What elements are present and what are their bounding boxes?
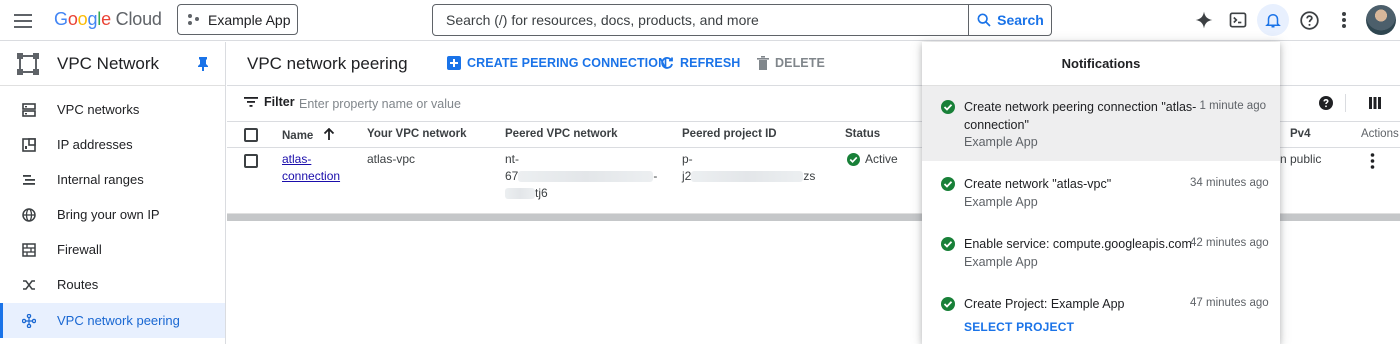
- refresh-button[interactable]: REFRESH: [660, 56, 740, 70]
- notification-item[interactable]: Enable service: compute.googleapis.com 4…: [922, 234, 1280, 284]
- search-icon: [977, 13, 991, 27]
- sidebar-item-label: Bring your own IP: [57, 207, 160, 222]
- search-input[interactable]: [433, 5, 968, 35]
- ip-addresses-icon: [22, 137, 36, 152]
- google-cloud-logo[interactable]: Google Cloud: [54, 9, 162, 30]
- page-title: VPC network peering: [247, 54, 408, 73]
- sidebar-item-vpc-network-peering[interactable]: VPC network peering: [0, 303, 225, 338]
- sidebar-title: VPC Network: [57, 53, 160, 73]
- cloud-shell-icon[interactable]: [1225, 7, 1251, 33]
- column-header-ipv4[interactable]: Pv4: [1290, 128, 1310, 140]
- column-header-status[interactable]: Status: [845, 128, 880, 140]
- peered-vpc-network-cell: nt- 67- tj6: [505, 152, 658, 200]
- status-cell: Active: [847, 151, 898, 168]
- select-project-link[interactable]: SELECT PROJECT: [964, 320, 1074, 334]
- notification-item[interactable]: Create network peering connection "atlas…: [922, 86, 1280, 161]
- select-all-checkbox[interactable]: [244, 128, 258, 142]
- notifications-title: Notifications: [1061, 56, 1141, 71]
- sidebar-item-label: IP addresses: [57, 137, 133, 152]
- filter-input[interactable]: Enter property name or value: [299, 97, 461, 111]
- sidebar-item-vpc-networks[interactable]: VPC networks: [0, 92, 225, 127]
- check-circle-icon: [941, 297, 955, 311]
- sidebar-item-routes[interactable]: Routes: [0, 267, 225, 302]
- gemini-sparkle-icon[interactable]: [1191, 7, 1217, 33]
- sidebar-item-ip-addresses[interactable]: IP addresses: [0, 127, 225, 162]
- vpc-network-product-icon: [17, 52, 39, 75]
- notifications-panel: Notifications Create network peering con…: [922, 42, 1280, 344]
- column-header-peered-project-id[interactable]: Peered project ID: [682, 128, 777, 140]
- sidebar-item-bring-your-own-ip[interactable]: Bring your own IP: [0, 197, 225, 232]
- globe-icon: [22, 207, 36, 222]
- notification-item[interactable]: Create network "atlas-vpc" 34 minutes ag…: [922, 174, 1280, 224]
- main-menu-icon[interactable]: [14, 10, 36, 30]
- search-button[interactable]: Search: [968, 5, 1051, 35]
- sort-arrow-up-icon: [323, 127, 334, 140]
- sidebar-item-label: Internal ranges: [57, 172, 144, 187]
- peering-name-link[interactable]: atlas-connection: [282, 151, 340, 185]
- sidebar-item-label: Routes: [57, 277, 99, 292]
- avatar[interactable]: [1366, 5, 1396, 35]
- help-icon[interactable]: [1296, 7, 1322, 33]
- column-header-name[interactable]: Name: [282, 127, 335, 142]
- sidebar-item-firewall[interactable]: Firewall: [0, 232, 225, 267]
- column-display-icon[interactable]: [1369, 97, 1381, 112]
- search-button-label: Search: [997, 12, 1044, 28]
- pin-icon[interactable]: [197, 57, 209, 71]
- sidebar-item-label: VPC networks: [57, 102, 140, 117]
- row-more-actions-icon[interactable]: [1370, 153, 1375, 172]
- filter-icon: [244, 97, 258, 107]
- ipv4-cell: n public: [1280, 152, 1322, 166]
- sidebar-item-label: VPC network peering: [57, 313, 180, 328]
- delete-button[interactable]: DELETE: [757, 56, 825, 70]
- top-app-bar: Google Cloud Example App Search: [0, 0, 1400, 41]
- toolbar-separator: [1345, 94, 1346, 112]
- trash-icon: [757, 56, 769, 70]
- project-name: Example App: [208, 11, 291, 28]
- notification-item[interactable]: Create Project: Example App 47 minutes a…: [922, 294, 1280, 344]
- column-header-peered-vpc-network[interactable]: Peered VPC network: [505, 128, 617, 140]
- search-bar: Search: [432, 4, 1052, 36]
- peering-icon: [22, 313, 36, 328]
- check-circle-icon: [941, 237, 955, 251]
- help-circle-icon[interactable]: [1319, 96, 1333, 113]
- peered-project-id-cell: p- j2 zs: [682, 152, 816, 183]
- column-header-your-vpc-network[interactable]: Your VPC network: [367, 128, 466, 140]
- add-box-icon: [447, 56, 461, 70]
- sidebar-header: VPC Network: [0, 42, 225, 86]
- sidebar: VPC Network VPC networks IP addresses In…: [0, 42, 226, 344]
- check-circle-icon: [941, 177, 955, 191]
- check-circle-icon: [941, 100, 955, 114]
- vpc-networks-icon: [22, 102, 36, 117]
- create-peering-connection-button[interactable]: CREATE PEERING CONNECTION: [447, 56, 667, 70]
- check-circle-icon: [847, 153, 860, 166]
- firewall-icon: [22, 242, 36, 257]
- filter-label[interactable]: Filter: [244, 95, 295, 109]
- internal-ranges-icon: [23, 174, 35, 185]
- routes-icon: [23, 279, 35, 290]
- sidebar-item-internal-ranges[interactable]: Internal ranges: [0, 162, 225, 197]
- sidebar-item-label: Firewall: [57, 242, 102, 257]
- row-checkbox[interactable]: [244, 154, 258, 168]
- more-vert-icon[interactable]: [1331, 7, 1357, 33]
- project-dots-icon: [188, 13, 200, 26]
- notifications-bell-icon[interactable]: [1257, 4, 1289, 36]
- your-vpc-network-cell: atlas-vpc: [367, 152, 416, 166]
- column-header-actions: Actions: [1361, 128, 1399, 140]
- project-picker-button[interactable]: Example App: [177, 4, 298, 35]
- refresh-icon: [661, 57, 673, 69]
